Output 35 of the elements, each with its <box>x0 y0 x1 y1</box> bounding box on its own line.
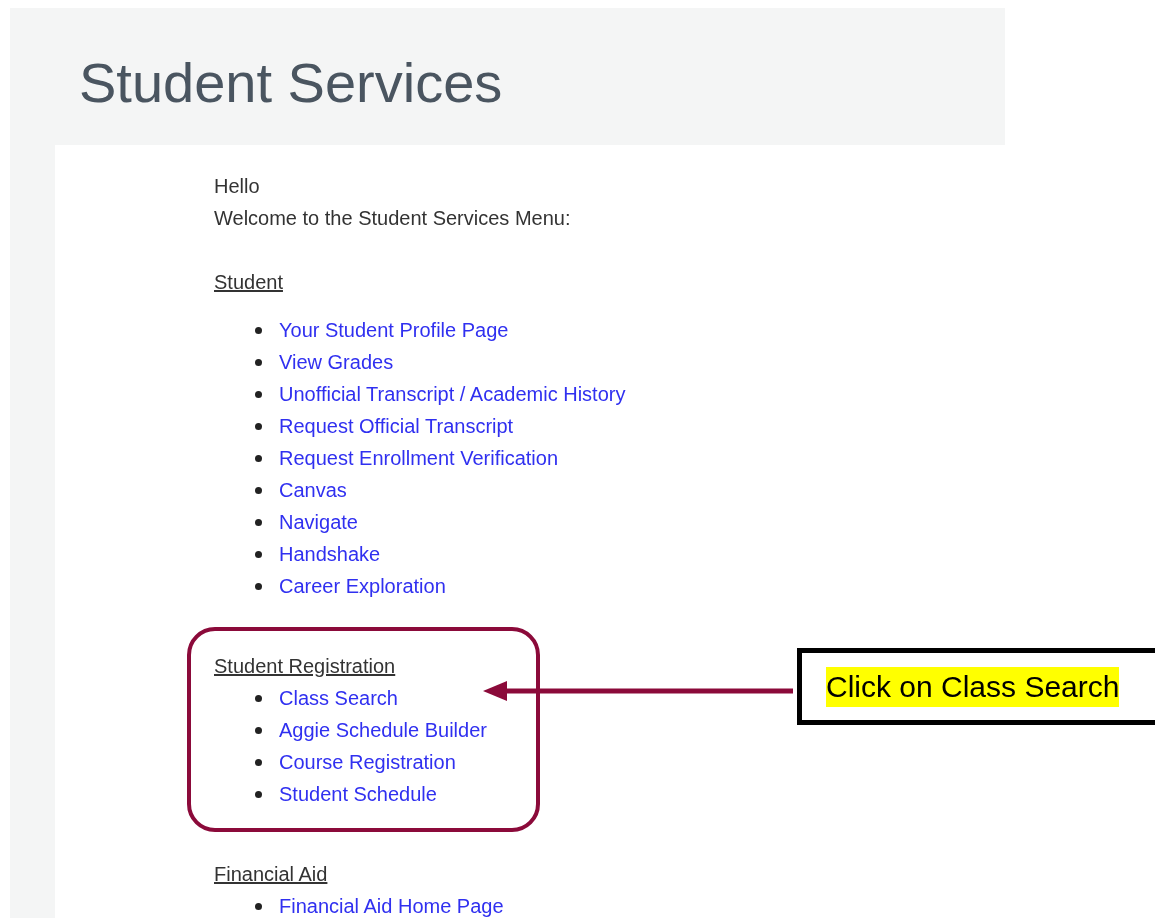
greeting-text: Hello <box>214 175 260 197</box>
bullet-icon <box>255 694 262 702</box>
section-heading: Financial Aid <box>214 863 328 885</box>
bullet-icon <box>255 790 262 798</box>
bullet-icon <box>255 422 262 430</box>
callout-text: Click on Class Search <box>826 666 1120 707</box>
menu-link[interactable]: Class Search <box>279 682 398 714</box>
bullet-icon <box>255 454 262 462</box>
menu-link[interactable]: View Grades <box>279 346 394 378</box>
bullet-icon <box>255 582 262 590</box>
menu-link[interactable]: Student Schedule <box>279 778 437 810</box>
bullet-icon <box>255 326 262 334</box>
bullet-icon <box>255 486 262 494</box>
bullet-icon <box>255 902 262 910</box>
menu-link[interactable]: Course Registration <box>279 746 456 778</box>
bullet-icon <box>255 726 262 734</box>
bullet-icon <box>255 518 262 526</box>
bullet-icon <box>255 390 262 398</box>
bullet-icon <box>255 550 262 558</box>
menu-link[interactable]: Navigate <box>279 506 358 538</box>
section-heading: Student Registration <box>214 655 396 677</box>
menu-link[interactable]: Career Exploration <box>279 570 446 602</box>
menu-link[interactable]: Canvas <box>279 474 347 506</box>
menu-link[interactable]: Unofficial Transcript / Academic History <box>279 378 626 410</box>
menu-link[interactable]: Request Official Transcript <box>279 410 514 442</box>
page-title: Student Services <box>79 50 503 116</box>
menu-link[interactable]: Handshake <box>279 538 381 570</box>
menu-link[interactable]: Aggie Schedule Builder <box>279 714 487 746</box>
section-heading: Student <box>214 271 283 293</box>
bullet-icon <box>255 758 262 766</box>
bullet-icon <box>255 358 262 366</box>
welcome-text: Welcome to the Student Services Menu: <box>214 207 571 229</box>
menu-link[interactable]: Financial Aid Home Page <box>279 890 504 918</box>
menu-link[interactable]: Your Student Profile Page <box>279 314 509 346</box>
menu-link[interactable]: Request Enrollment Verification <box>279 442 559 474</box>
